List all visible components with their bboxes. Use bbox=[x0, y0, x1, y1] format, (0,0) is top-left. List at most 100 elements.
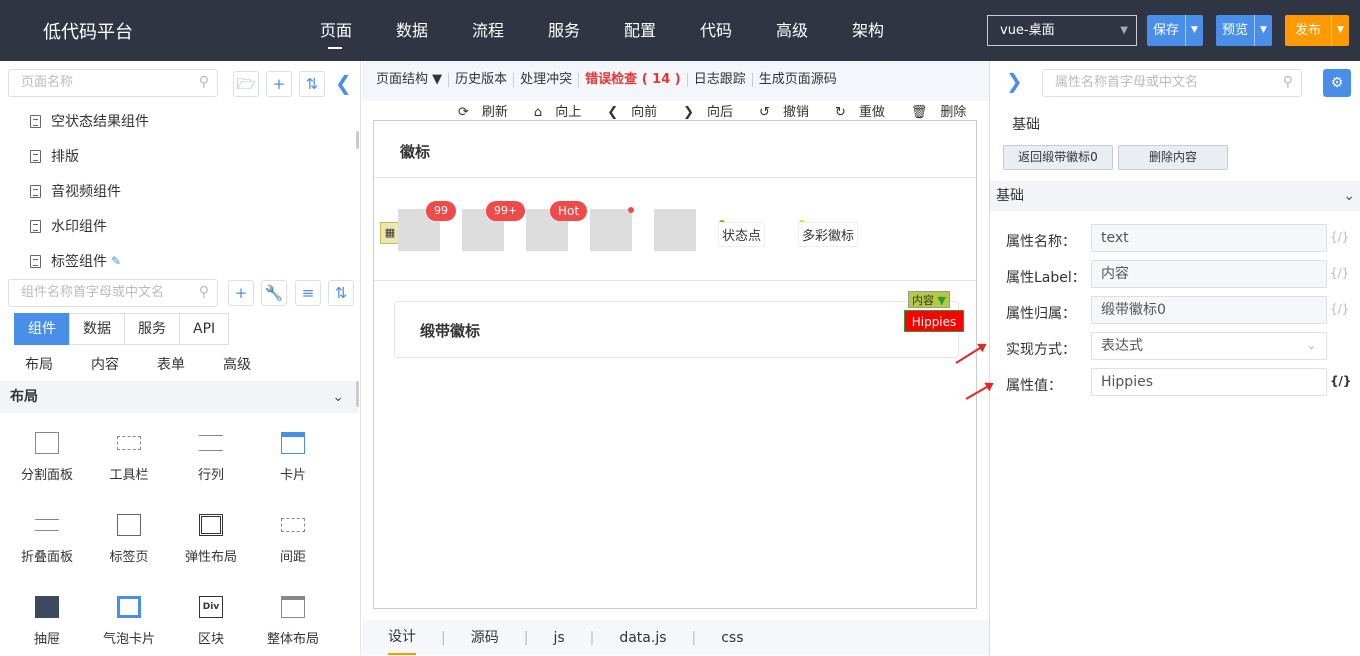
wrench-icon[interactable]: 🔧 bbox=[261, 280, 287, 306]
error-check-link[interactable]: 错误检查 ( 14 ) bbox=[579, 73, 688, 87]
left-panel: 页面名称 ⚲ 🗁 + ⇅ ❮ 空状态结果组件 排版 音视频组件 水印组件 标签组… bbox=[0, 61, 361, 655]
drawer-icon bbox=[35, 596, 59, 618]
tab-api[interactable]: API bbox=[179, 313, 230, 345]
nav-architecture[interactable]: 架构 bbox=[830, 0, 906, 61]
tab-basic[interactable]: 基础 bbox=[1012, 114, 1040, 134]
component-list-scrollbar[interactable] bbox=[356, 381, 359, 407]
subtab-content[interactable]: 内容 bbox=[91, 354, 119, 374]
move-next-button[interactable]: ❯ 向后 bbox=[683, 101, 746, 120]
add-icon[interactable]: + bbox=[266, 71, 292, 97]
ribbon-badge[interactable]: Hippies bbox=[904, 310, 964, 332]
property-search-input[interactable]: 属性名称首字母或中文名 ⚲ bbox=[1042, 69, 1302, 97]
tab-components[interactable]: 组件 bbox=[14, 313, 70, 345]
preview-button[interactable]: 预览 ▼ bbox=[1216, 15, 1273, 46]
basic-section-header[interactable]: 基础 ⌄ bbox=[990, 181, 1360, 211]
component-row-col[interactable]: 行列 bbox=[170, 432, 252, 483]
page-item[interactable]: 音视频组件 bbox=[30, 181, 121, 201]
delete-content-button[interactable]: 删除内容 bbox=[1118, 145, 1228, 170]
undo-button[interactable]: ↺ 撤销 bbox=[759, 101, 822, 120]
expression-icon[interactable]: {/} bbox=[1330, 230, 1349, 244]
refresh-button[interactable]: ⟳ 刷新 bbox=[458, 101, 521, 120]
tab-css[interactable]: css bbox=[721, 620, 768, 655]
tab-source[interactable]: 源码 bbox=[471, 620, 524, 655]
pencil-icon[interactable]: ✎ bbox=[111, 254, 121, 268]
design-canvas[interactable]: 徽标 ▦ 99 99+ Hot 状态点 多彩徽标 缎带徽标 内容 ▼ Hippi… bbox=[373, 120, 977, 609]
subtab-form[interactable]: 表单 bbox=[157, 354, 185, 374]
tab-service[interactable]: 服务 bbox=[124, 313, 180, 345]
subtab-layout[interactable]: 布局 bbox=[25, 354, 53, 374]
tab-data-js[interactable]: data.js bbox=[619, 620, 691, 655]
expression-icon[interactable]: {/} bbox=[1330, 302, 1349, 316]
page-search-input[interactable]: 页面名称 ⚲ bbox=[8, 69, 218, 97]
component-spacing[interactable]: 间距 bbox=[252, 514, 334, 565]
grid-icon[interactable]: ▦ bbox=[380, 222, 400, 244]
layout-section-header[interactable]: 布局 ⌄ bbox=[0, 381, 358, 413]
tab-data[interactable]: 数据 bbox=[69, 313, 125, 345]
prop-name-field[interactable]: text bbox=[1091, 224, 1327, 252]
nav-page[interactable]: 页面 bbox=[298, 0, 374, 61]
component-card[interactable]: 卡片 bbox=[252, 432, 334, 483]
gear-icon[interactable]: ⚙ bbox=[1323, 69, 1351, 97]
subtab-advanced[interactable]: 高级 bbox=[223, 354, 251, 374]
component-popover-card[interactable]: 气泡卡片 bbox=[88, 596, 170, 647]
component-whole-layout[interactable]: 整体布局 bbox=[252, 596, 334, 647]
environment-select[interactable]: vue-桌面 ▼ bbox=[987, 15, 1137, 46]
component-block[interactable]: Div 区块 bbox=[170, 596, 252, 647]
page-structure-menu[interactable]: 页面结构 ▼ bbox=[376, 73, 450, 87]
save-button[interactable]: 保存 ▼ bbox=[1147, 15, 1204, 46]
sort-icon[interactable]: ⇅ bbox=[299, 71, 325, 97]
toolbar-icon bbox=[117, 436, 141, 450]
delete-button[interactable]: 🗑 删除 bbox=[911, 101, 980, 120]
caret-down-icon[interactable]: ▼ bbox=[1185, 15, 1203, 46]
tab-js[interactable]: js bbox=[553, 620, 589, 655]
component-flex[interactable]: 弹性布局 bbox=[170, 514, 252, 565]
component-drawer[interactable]: 抽屉 bbox=[6, 596, 88, 647]
tab-design[interactable]: 设计 bbox=[388, 620, 416, 655]
badge-card[interactable]: 徽标 ▦ 99 99+ Hot 状态点 多彩徽标 bbox=[374, 121, 976, 281]
chevron-left-icon[interactable]: ❮ bbox=[335, 71, 352, 95]
sort-icon[interactable]: ⇅ bbox=[328, 280, 354, 306]
page-item[interactable]: 标签组件 ✎ bbox=[30, 251, 121, 271]
component-tabs-page[interactable]: 标签页 bbox=[88, 514, 170, 565]
component-collapse[interactable]: 折叠面板 bbox=[6, 514, 88, 565]
nav-code[interactable]: 代码 bbox=[678, 0, 754, 61]
component-search-input[interactable]: 组件名称首字母或中文名 ⚲ bbox=[8, 279, 218, 307]
add-folder-icon[interactable]: 🗁 bbox=[233, 71, 259, 97]
log-trace-link[interactable]: 日志跟踪 bbox=[688, 73, 753, 87]
prop-value-field[interactable]: Hippies bbox=[1091, 368, 1327, 396]
caret-down-icon[interactable]: ▼ bbox=[1331, 15, 1349, 46]
nav-flow[interactable]: 流程 bbox=[450, 0, 526, 61]
component-split-panel[interactable]: 分割面板 bbox=[6, 432, 88, 483]
nav-data[interactable]: 数据 bbox=[374, 0, 450, 61]
publish-button[interactable]: 发布 ▼ bbox=[1285, 15, 1350, 46]
move-prev-button[interactable]: ❮ 向前 bbox=[607, 101, 670, 120]
expression-icon[interactable]: {/} bbox=[1330, 374, 1351, 388]
page-item[interactable]: 水印组件 bbox=[30, 216, 107, 236]
ribbon-card-title: 缎带徽标 bbox=[420, 322, 481, 340]
redo-button[interactable]: ↻ 重做 bbox=[835, 101, 898, 120]
nav-config[interactable]: 配置 bbox=[602, 0, 678, 61]
editor-mode-tabs: 设计 | 源码 | js | data.js | css bbox=[362, 620, 989, 655]
caret-down-icon[interactable]: ▼ bbox=[1254, 15, 1272, 46]
page-item-label: 排版 bbox=[51, 149, 79, 165]
nav-service[interactable]: 服务 bbox=[526, 0, 602, 61]
move-up-button[interactable]: ⌂ 向上 bbox=[534, 101, 594, 120]
page-item[interactable]: 排版 bbox=[30, 146, 79, 166]
prop-label-field[interactable]: 内容 bbox=[1091, 260, 1327, 288]
add-icon[interactable]: + bbox=[228, 280, 254, 306]
generate-source-link[interactable]: 生成页面源码 bbox=[753, 73, 843, 87]
page-list-scrollbar[interactable] bbox=[356, 131, 359, 149]
ribbon-selection-tag[interactable]: 内容 ▼ bbox=[908, 291, 950, 308]
chevron-right-icon[interactable]: ❯ bbox=[1006, 69, 1023, 93]
component-toolbar[interactable]: 工具栏 bbox=[88, 432, 170, 483]
prop-impl-select[interactable]: 表达式 ⌄ bbox=[1091, 332, 1327, 360]
list-indent-icon[interactable]: ≡ bbox=[295, 280, 321, 306]
page-item[interactable]: 空状态结果组件 bbox=[30, 111, 149, 131]
nav-advanced[interactable]: 高级 bbox=[754, 0, 830, 61]
resolve-conflicts-link[interactable]: 处理冲突 bbox=[514, 73, 580, 87]
expression-icon[interactable]: {/} bbox=[1330, 266, 1349, 280]
ribbon-badge-card[interactable]: 缎带徽标 bbox=[394, 301, 959, 358]
back-to-parent-button[interactable]: 返回缎带徽标0 bbox=[1003, 145, 1113, 170]
prop-owner-field[interactable]: 缎带徽标0 bbox=[1091, 296, 1327, 324]
history-versions-link[interactable]: 历史版本 bbox=[449, 73, 515, 87]
